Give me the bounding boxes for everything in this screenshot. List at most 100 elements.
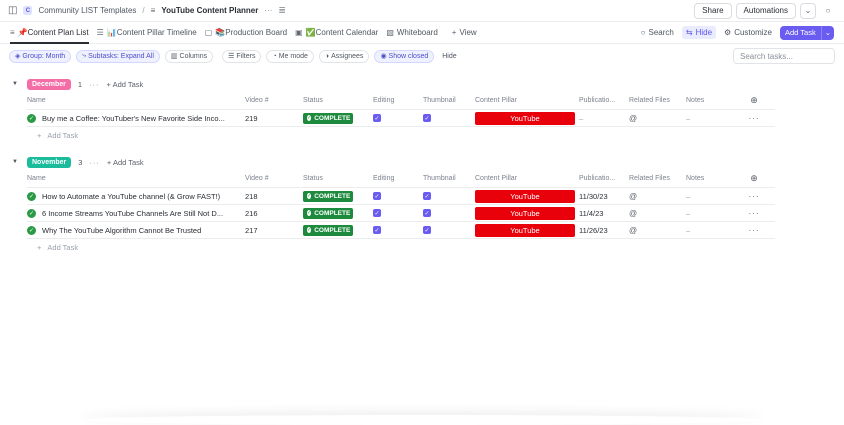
more-icon[interactable]: ··· xyxy=(89,158,100,167)
video-number[interactable]: 218 xyxy=(245,188,303,204)
content-pillar-tag[interactable]: YouTube xyxy=(475,112,575,125)
related-files-cell[interactable]: @ xyxy=(629,110,686,126)
add-task-row[interactable]: + Add Task xyxy=(27,238,775,255)
breadcrumb-more-icon[interactable]: ··· xyxy=(264,6,272,15)
thumbnail-checkbox[interactable]: ✓ xyxy=(423,209,431,217)
search-button[interactable]: ○ Search xyxy=(641,28,674,37)
video-number[interactable]: 219 xyxy=(245,110,303,126)
pillar-cell[interactable]: YouTube xyxy=(475,110,579,126)
task-name[interactable]: Why The YouTube Algorithm Cannot Be Trus… xyxy=(42,226,201,235)
row-more-icon[interactable]: ··· xyxy=(744,222,764,238)
group-by-chip[interactable]: ◈ Group: Month xyxy=(9,50,71,63)
group-badge[interactable]: December xyxy=(27,79,71,90)
caret-down-icon[interactable]: ▼ xyxy=(12,159,20,165)
group-add-task-button[interactable]: + Add Task xyxy=(107,80,144,89)
check-icon[interactable]: ✓ xyxy=(27,192,36,201)
add-column-icon[interactable]: ⊕ xyxy=(744,169,764,187)
breadcrumb-list[interactable]: YouTube Content Planner xyxy=(161,6,258,15)
col-video[interactable]: Video # xyxy=(245,91,303,109)
notes-cell[interactable]: – xyxy=(686,222,744,238)
filters-chip[interactable]: ☰ Filters xyxy=(222,50,261,63)
columns-chip[interactable]: ▥ Columns xyxy=(165,50,213,63)
thumbnail-checkbox[interactable]: ✓ xyxy=(423,114,431,122)
editing-cell[interactable]: ✓ xyxy=(373,188,423,204)
thumbnail-cell[interactable]: ✓ xyxy=(423,110,475,126)
related-files-cell[interactable]: @ xyxy=(629,188,686,204)
editing-cell[interactable]: ✓ xyxy=(373,205,423,221)
editing-checkbox[interactable]: ✓ xyxy=(373,209,381,217)
search-icon[interactable]: ○ xyxy=(820,3,836,19)
tab-whiteboard[interactable]: ▧ Whiteboard xyxy=(386,22,437,43)
more-icon[interactable]: ··· xyxy=(89,80,100,89)
content-pillar-tag[interactable]: YouTube xyxy=(475,224,575,237)
task-name[interactable]: Buy me a Coffee: YouTuber's New Favorite… xyxy=(42,114,225,123)
breadcrumb-space[interactable]: Community LIST Templates xyxy=(38,6,136,15)
table-row[interactable]: ✓ Why The YouTube Algorithm Cannot Be Tr… xyxy=(27,221,775,238)
task-name-cell[interactable]: ✓ How to Automate a YouTube channel (& G… xyxy=(27,188,245,204)
video-number[interactable]: 216 xyxy=(245,205,303,221)
video-number[interactable]: 217 xyxy=(245,222,303,238)
editing-checkbox[interactable]: ✓ xyxy=(373,226,381,234)
col-publication[interactable]: Publicatio... xyxy=(579,91,629,109)
publication-date[interactable]: 11/30/23 xyxy=(579,188,629,204)
col-editing[interactable]: Editing xyxy=(373,169,423,187)
attachment-icon[interactable]: @ xyxy=(629,192,637,201)
col-editing[interactable]: Editing xyxy=(373,91,423,109)
col-name[interactable]: Name xyxy=(27,91,245,109)
col-status[interactable]: Status xyxy=(303,169,373,187)
status-badge[interactable]: ✓COMPLETE xyxy=(303,191,353,202)
tab-content-plan-list[interactable]: ≡ 📌Content Plan List xyxy=(10,22,89,43)
notes-cell[interactable]: – xyxy=(686,205,744,221)
chevron-down-icon[interactable]: ⌄ xyxy=(800,3,816,19)
tab-content-calendar[interactable]: ▣ ✅Content Calendar xyxy=(295,22,378,43)
description-icon[interactable]: ≣ xyxy=(278,5,286,16)
status-badge[interactable]: ✓COMPLETE xyxy=(303,113,353,124)
row-more-icon[interactable]: ··· xyxy=(744,188,764,204)
status-cell[interactable]: ✓COMPLETE xyxy=(303,110,373,126)
hide-button[interactable]: ⇆ Hide xyxy=(682,26,716,39)
row-more-icon[interactable]: ··· xyxy=(744,110,764,126)
table-row[interactable]: ✓ 6 Income Streams YouTube Channels Are … xyxy=(27,204,775,221)
sidebar-toggle-icon[interactable]: ◫ xyxy=(8,5,17,16)
thumbnail-checkbox[interactable]: ✓ xyxy=(423,192,431,200)
task-name-cell[interactable]: ✓ 6 Income Streams YouTube Channels Are … xyxy=(27,205,245,221)
thumbnail-cell[interactable]: ✓ xyxy=(423,222,475,238)
tab-add-view[interactable]: + View xyxy=(452,22,477,43)
content-pillar-tag[interactable]: YouTube xyxy=(475,207,575,220)
notes-cell[interactable]: – xyxy=(686,110,744,126)
col-name[interactable]: Name xyxy=(27,169,245,187)
row-more-icon[interactable]: ··· xyxy=(744,205,764,221)
status-cell[interactable]: ✓COMPLETE xyxy=(303,205,373,221)
caret-down-icon[interactable]: ▼ xyxy=(12,81,20,87)
col-thumbnail[interactable]: Thumbnail xyxy=(423,91,475,109)
editing-checkbox[interactable]: ✓ xyxy=(373,192,381,200)
attachment-icon[interactable]: @ xyxy=(629,226,637,235)
assignees-chip[interactable]: ◑ Assignees xyxy=(319,50,370,63)
editing-checkbox[interactable]: ✓ xyxy=(373,114,381,122)
status-badge[interactable]: ✓COMPLETE xyxy=(303,208,353,219)
attachment-icon[interactable]: @ xyxy=(629,209,637,218)
publication-date[interactable]: – xyxy=(579,110,629,126)
related-files-cell[interactable]: @ xyxy=(629,205,686,221)
publication-date[interactable]: 11/26/23 xyxy=(579,222,629,238)
col-status[interactable]: Status xyxy=(303,91,373,109)
status-cell[interactable]: ✓COMPLETE xyxy=(303,188,373,204)
thumbnail-checkbox[interactable]: ✓ xyxy=(423,226,431,234)
col-related-files[interactable]: Related Files xyxy=(629,169,686,187)
add-column-icon[interactable]: ⊕ xyxy=(744,91,764,109)
add-task-button[interactable]: Add Task ⌄ xyxy=(780,26,834,40)
thumbnail-cell[interactable]: ✓ xyxy=(423,205,475,221)
group-add-task-button[interactable]: + Add Task xyxy=(107,158,144,167)
pillar-cell[interactable]: YouTube xyxy=(475,222,579,238)
pillar-cell[interactable]: YouTube xyxy=(475,188,579,204)
share-button[interactable]: Share xyxy=(694,3,731,19)
col-content-pillar[interactable]: Content Pillar xyxy=(475,91,579,109)
status-badge[interactable]: ✓COMPLETE xyxy=(303,225,353,236)
search-tasks-input[interactable]: Search tasks... xyxy=(733,48,835,64)
check-icon[interactable]: ✓ xyxy=(27,114,36,123)
editing-cell[interactable]: ✓ xyxy=(373,110,423,126)
col-thumbnail[interactable]: Thumbnail xyxy=(423,169,475,187)
chevron-down-icon[interactable]: ⌄ xyxy=(821,26,834,40)
content-pillar-tag[interactable]: YouTube xyxy=(475,190,575,203)
me-mode-chip[interactable]: ◔ Me mode xyxy=(266,50,313,63)
